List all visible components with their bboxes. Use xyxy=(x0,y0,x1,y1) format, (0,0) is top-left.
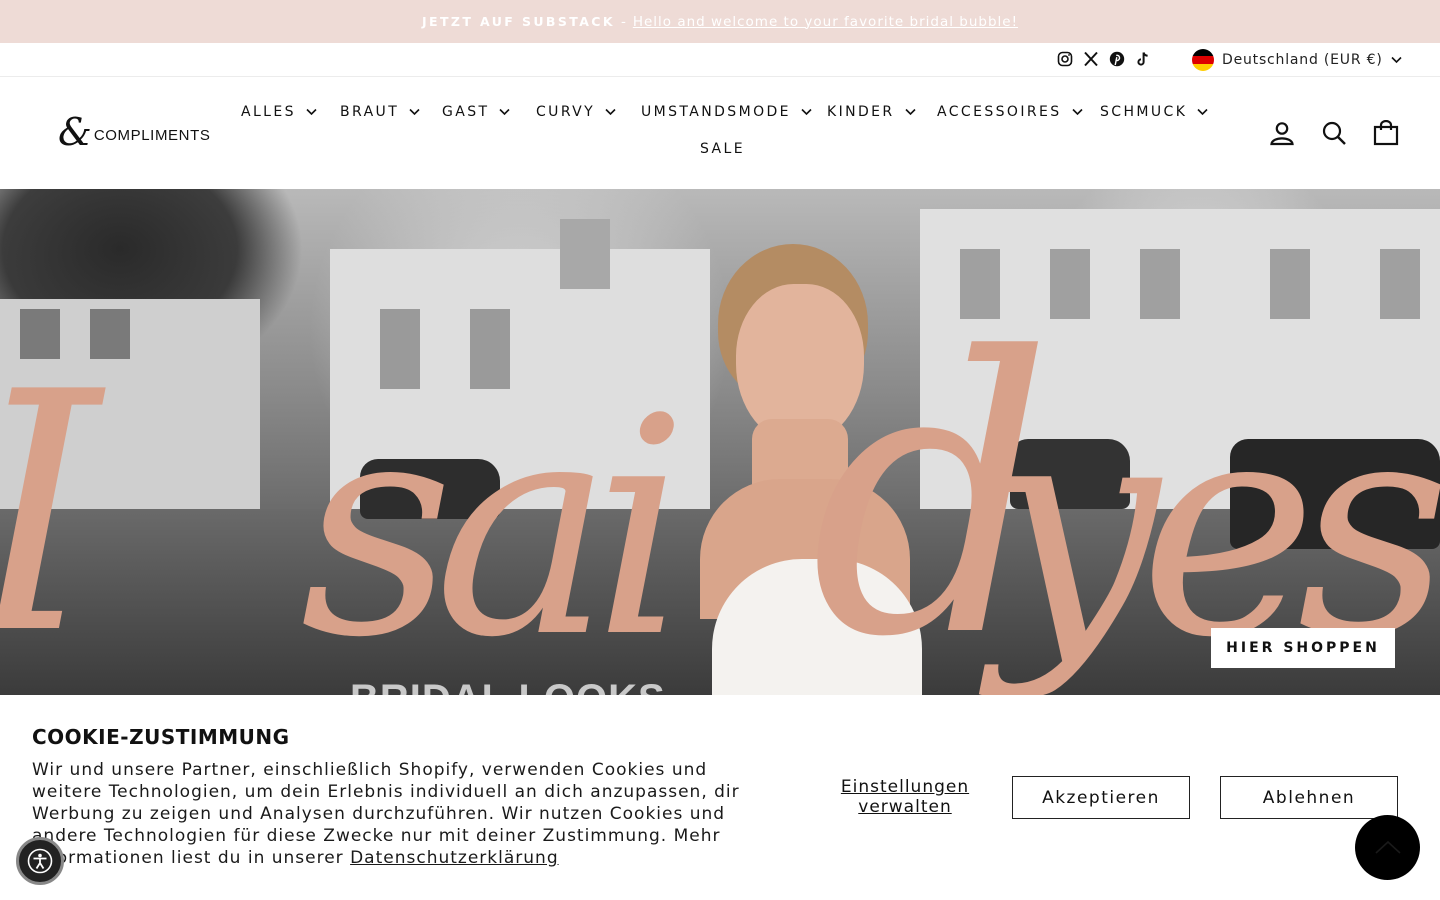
nav-item-label: ACCESSOIRES xyxy=(937,104,1062,120)
cookie-body: Wir und unsere Partner, einschließlich S… xyxy=(32,759,762,869)
announcement-label: JETZT AUF SUBSTACK xyxy=(421,14,615,29)
locale-label: Deutschland (EUR €) xyxy=(1222,52,1383,68)
chevron-down-icon xyxy=(1391,56,1402,64)
chevron-down-icon xyxy=(801,108,812,116)
nav-item-label: ALLES xyxy=(241,104,296,120)
building-window xyxy=(1050,249,1090,319)
pinterest-icon[interactable] xyxy=(1108,50,1126,68)
announcement-bar: JETZT AUF SUBSTACK - Hello and welcome t… xyxy=(0,0,1440,43)
chevron-down-icon xyxy=(409,108,420,116)
privacy-policy-link[interactable]: Datenschutzerklärung xyxy=(350,848,559,868)
accessibility-icon[interactable] xyxy=(16,837,64,885)
nav-item-alles[interactable]: ALLES xyxy=(241,104,317,120)
nav-item-label: SCHMUCK xyxy=(1100,104,1188,120)
chevron-down-icon xyxy=(499,108,511,116)
nav-item-sale[interactable]: SALE xyxy=(700,141,745,157)
manage-settings-link[interactable]: Einstellungen verwalten xyxy=(832,777,978,817)
nav-item-umstandsmode[interactable]: UMSTANDSMODE xyxy=(641,104,812,120)
chevron-down-icon xyxy=(1197,108,1208,116)
nav-item-schmuck[interactable]: SCHMUCK xyxy=(1100,104,1208,120)
nav-item-label: UMSTANDSMODE xyxy=(641,104,791,120)
nav-item-braut[interactable]: BRAUT xyxy=(340,104,420,120)
nav-item-gast[interactable]: GAST xyxy=(442,104,511,120)
chevron-down-icon xyxy=(605,108,616,116)
germany-flag-icon xyxy=(1192,49,1214,71)
cookie-consent-banner: COOKIE-ZUSTIMMUNG Wir und unsere Partner… xyxy=(0,695,1440,900)
social-links xyxy=(1056,50,1152,68)
nav-item-kinder[interactable]: KINDER xyxy=(827,104,916,120)
building-window xyxy=(1270,249,1310,319)
cookie-title: COOKIE-ZUSTIMMUNG xyxy=(32,725,290,749)
nav-item-curvy[interactable]: CURVY xyxy=(536,104,616,120)
nav-item-label: BRAUT xyxy=(340,104,400,120)
nav-item-accessoires[interactable]: ACCESSOIRES xyxy=(937,104,1083,120)
chevron-down-icon xyxy=(1071,108,1083,116)
tiktok-icon[interactable] xyxy=(1134,50,1152,68)
hero-subtitle: BRIDAL LOOKS xyxy=(350,677,666,695)
utility-bar: Deutschland (EUR €) xyxy=(0,43,1440,77)
logo-wordmark: COMPLIMENTS xyxy=(93,126,211,144)
hero-banner[interactable]: I sai d yes BRIDAL LOOKS xyxy=(0,189,1440,695)
search-icon[interactable] xyxy=(1320,119,1348,147)
x-icon[interactable] xyxy=(1082,50,1100,68)
nav-item-label: CURVY xyxy=(536,104,596,120)
building-window xyxy=(560,219,610,289)
announcement-link[interactable]: Hello and welcome to your favorite brida… xyxy=(633,14,1018,30)
site-header: & COMPLIMENTS ALLES BRAUT GAST CURVY UMS… xyxy=(0,77,1440,189)
instagram-icon[interactable] xyxy=(1056,50,1074,68)
decline-button[interactable]: Ablehnen xyxy=(1220,776,1398,819)
chat-widget-icon[interactable] xyxy=(1355,815,1420,880)
hero-script-letter: I xyxy=(0,349,100,679)
locale-selector[interactable]: Deutschland (EUR €) xyxy=(1192,48,1402,72)
chevron-down-icon xyxy=(904,108,916,116)
account-icon[interactable] xyxy=(1268,119,1296,147)
shop-now-button[interactable]: HIER SHOPPEN xyxy=(1211,628,1395,668)
nav-item-label: GAST xyxy=(442,104,490,120)
announcement-separator: - xyxy=(620,13,627,30)
main-nav: ALLES BRAUT GAST CURVY UMSTANDSMODE KIND… xyxy=(0,104,1440,126)
chevron-down-icon xyxy=(306,108,317,116)
cart-icon[interactable] xyxy=(1372,119,1400,147)
hero-script-word: sai xyxy=(300,354,689,695)
building-window xyxy=(1380,249,1420,319)
accept-button[interactable]: Akzeptieren xyxy=(1012,776,1190,819)
building-window xyxy=(1140,249,1180,319)
nav-item-label: KINDER xyxy=(827,104,895,120)
